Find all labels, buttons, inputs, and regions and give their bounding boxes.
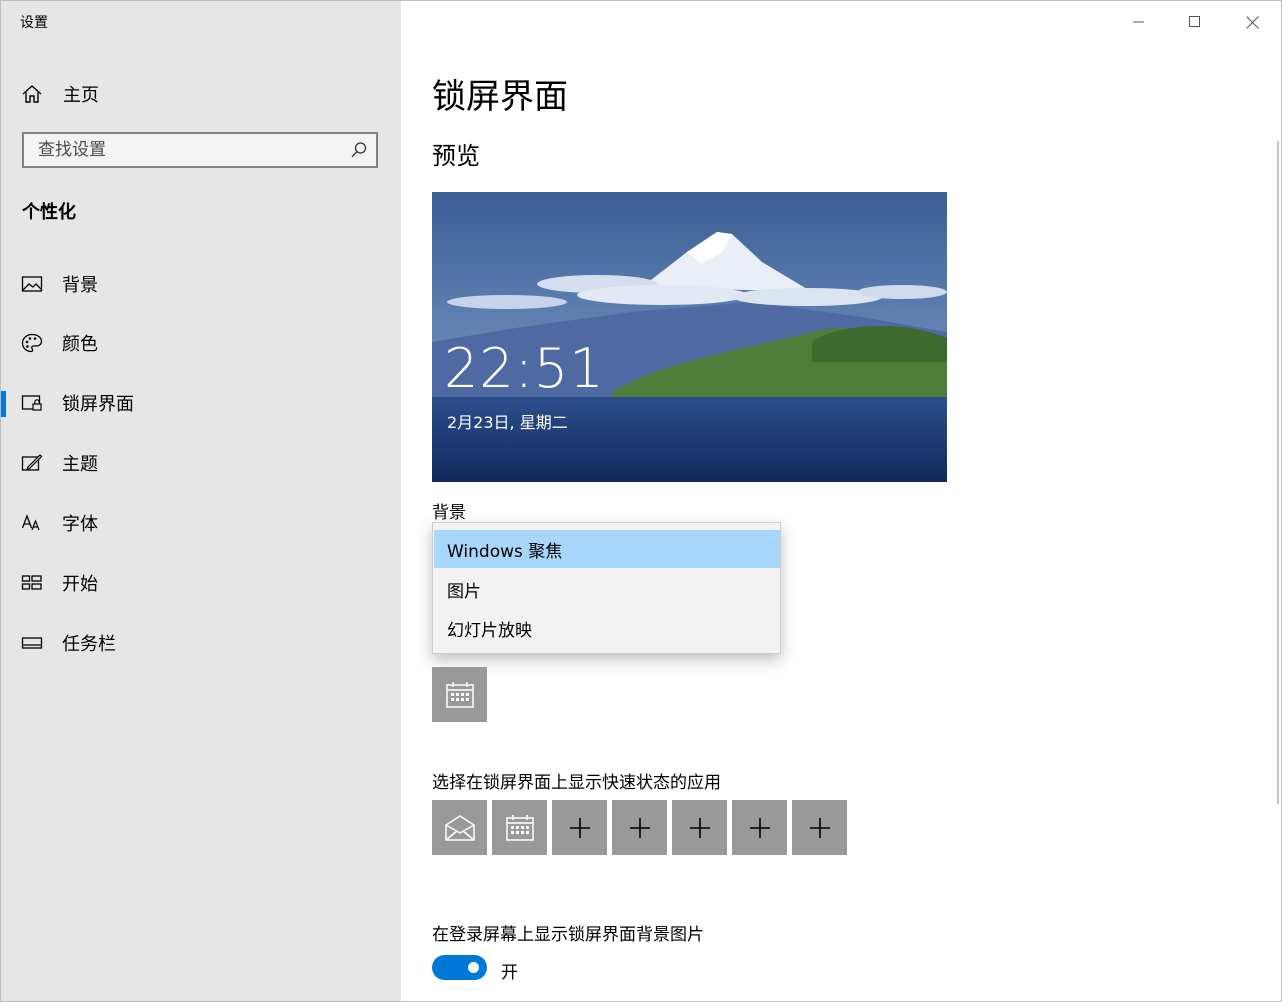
preview-date: 2月23日, 星期二: [447, 413, 568, 432]
background-dropdown-list[interactable]: Windows 聚焦 图片 幻灯片放映: [432, 522, 781, 654]
home-label: 主页: [63, 85, 99, 106]
sidebar-item-background[interactable]: 背景: [1, 264, 401, 304]
plus-icon: [809, 817, 830, 838]
sidebar-item-themes[interactable]: 主题: [1, 443, 401, 483]
theme-icon: [21, 454, 43, 471]
sidebar-item-lock-screen[interactable]: 锁屏界面: [1, 383, 401, 423]
app-title: 设置: [20, 15, 48, 31]
maximize-icon: [1189, 16, 1200, 27]
font-icon: [21, 514, 40, 531]
sidebar-item-label: 背景: [62, 275, 98, 296]
toggle-knob: [468, 962, 479, 973]
plus-icon: [629, 817, 650, 838]
picture-icon: [21, 276, 43, 292]
add-quick-status-app-button[interactable]: [732, 800, 787, 855]
quick-status-app-mail[interactable]: [432, 800, 487, 855]
start-icon: [21, 575, 42, 590]
add-quick-status-app-button[interactable]: [552, 800, 607, 855]
minimize-button[interactable]: [1116, 7, 1162, 37]
signin-background-label: 在登录屏幕上显示锁屏界面背景图片: [432, 925, 704, 945]
section-title: 个性化: [22, 202, 76, 223]
sidebar-item-fonts[interactable]: 字体: [1, 503, 401, 543]
close-button[interactable]: [1229, 7, 1275, 37]
sidebar-item-label: 颜色: [62, 334, 98, 355]
page-title: 锁屏界面: [432, 77, 568, 117]
preview-heading: 预览: [432, 142, 480, 170]
toggle-state-text: 开: [501, 963, 518, 983]
background-option-slideshow[interactable]: 幻灯片放映: [434, 609, 780, 647]
sidebar-item-colors[interactable]: 颜色: [1, 323, 401, 363]
add-quick-status-app-button[interactable]: [792, 800, 847, 855]
plus-icon: [569, 817, 590, 838]
selected-indicator: [1, 391, 6, 417]
taskbar-icon: [21, 637, 43, 649]
sidebar-item-label: 字体: [62, 514, 98, 535]
calendar-icon: [505, 814, 534, 841]
background-label: 背景: [432, 503, 466, 523]
preview-time: 22:51: [444, 337, 605, 400]
detailed-status-app-calendar[interactable]: [432, 667, 487, 722]
home-button[interactable]: 主页: [21, 79, 99, 109]
quick-status-label: 选择在锁屏界面上显示快速状态的应用: [432, 773, 721, 793]
search-input[interactable]: [24, 134, 358, 166]
maximize-button[interactable]: [1172, 7, 1218, 37]
background-option-spotlight[interactable]: Windows 聚焦: [434, 530, 780, 568]
palette-icon: [21, 333, 43, 353]
close-icon: [1245, 15, 1259, 29]
settings-window: 设置 主页 个性化 背景: [0, 0, 1282, 1002]
home-icon: [22, 85, 42, 103]
sidebar: 设置 主页 个性化 背景: [1, 1, 401, 1001]
add-quick-status-app-button[interactable]: [612, 800, 667, 855]
minimize-icon: [1133, 21, 1144, 23]
quick-status-app-calendar[interactable]: [492, 800, 547, 855]
sidebar-item-label: 主题: [62, 454, 98, 475]
plus-icon: [689, 817, 710, 838]
lock-screen-preview: 22:51 2月23日, 星期二: [432, 192, 947, 482]
sidebar-item-label: 开始: [62, 574, 98, 595]
plus-icon: [749, 817, 770, 838]
scrollbar[interactable]: [1277, 141, 1279, 804]
sidebar-item-label: 任务栏: [62, 634, 116, 655]
sidebar-item-taskbar[interactable]: 任务栏: [1, 623, 401, 663]
calendar-icon: [445, 681, 474, 708]
lock-screen-icon: [21, 395, 42, 411]
mail-icon: [444, 814, 475, 841]
sidebar-item-start[interactable]: 开始: [1, 563, 401, 603]
signin-background-toggle[interactable]: [432, 955, 487, 980]
search-icon[interactable]: [350, 141, 368, 159]
background-option-picture[interactable]: 图片: [434, 570, 780, 608]
add-quick-status-app-button[interactable]: [672, 800, 727, 855]
search-box[interactable]: [22, 132, 378, 168]
sidebar-item-label: 锁屏界面: [62, 394, 134, 415]
